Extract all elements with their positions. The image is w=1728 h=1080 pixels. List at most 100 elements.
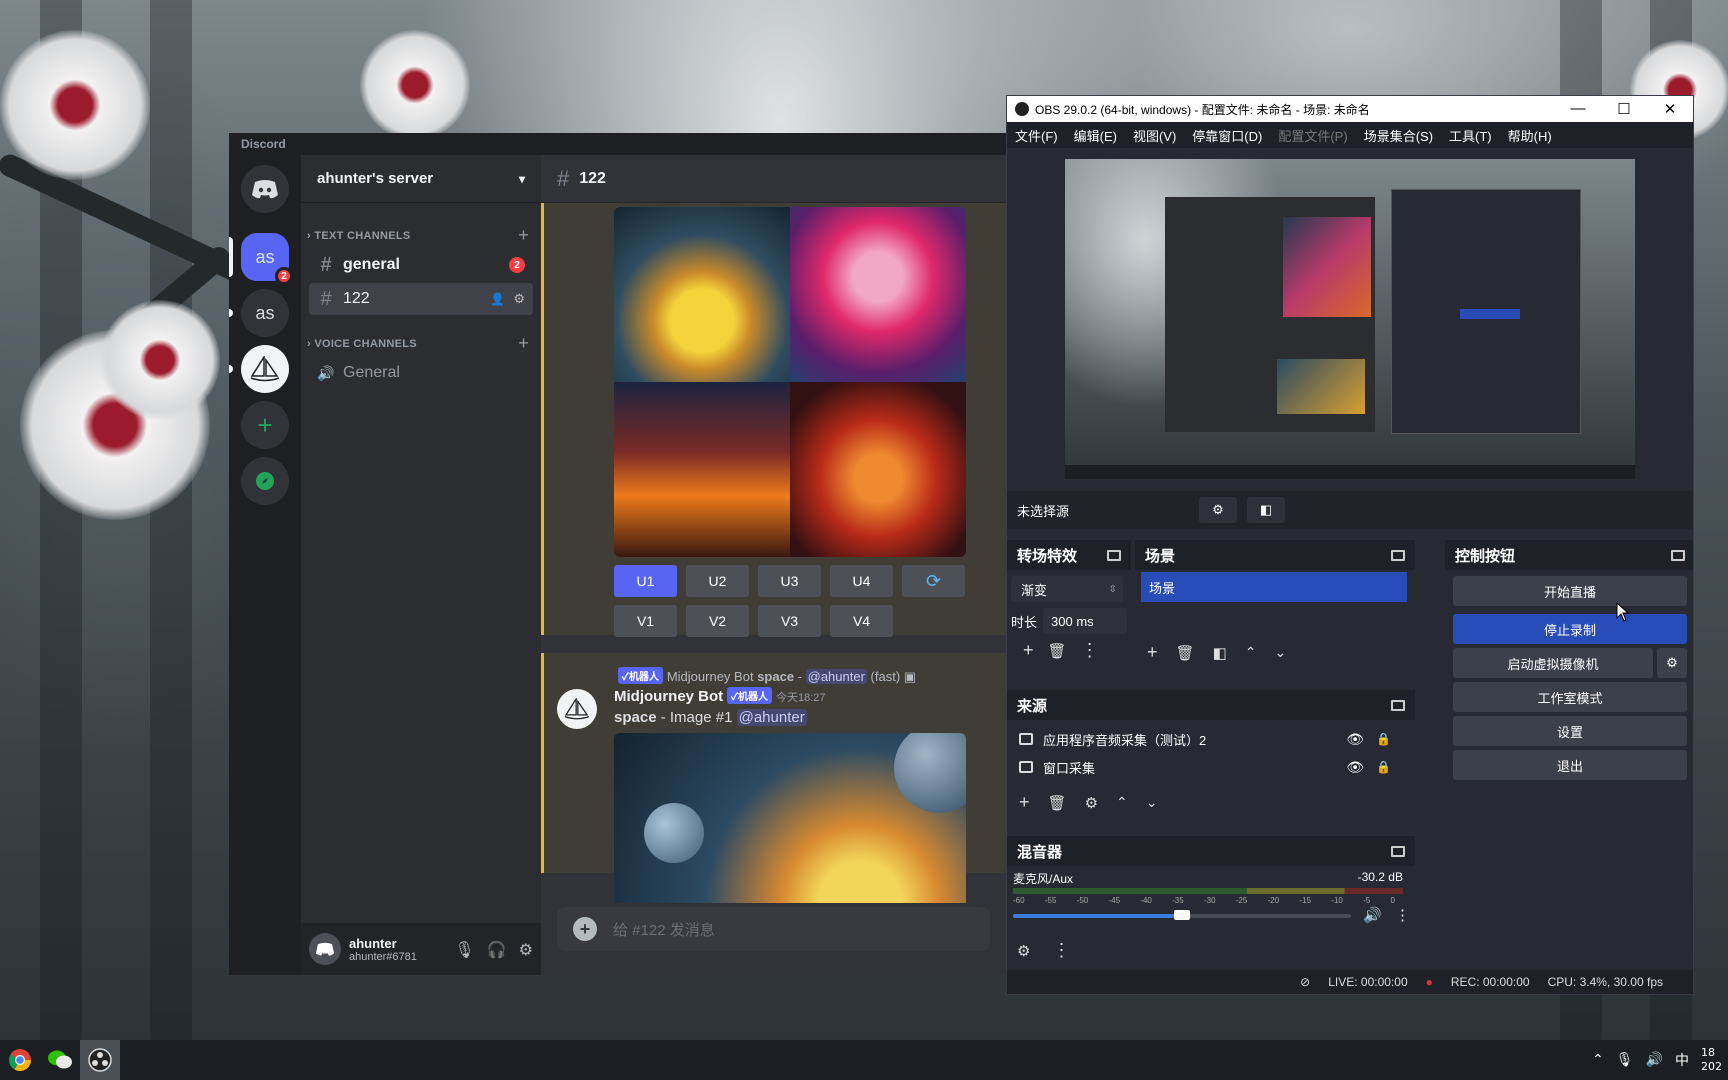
grid-image-2[interactable] [790,207,966,382]
headphones-icon[interactable]: 🎧 [487,940,507,959]
microphone-icon[interactable]: 🎙 [454,940,474,959]
eye-icon[interactable]: 👁 [1346,731,1364,748]
undock-icon[interactable] [1671,549,1685,561]
gear-icon[interactable]: ⚙ [1657,648,1687,678]
more-icon[interactable]: ⋮ [1081,640,1099,661]
add-icon[interactable]: + [1147,642,1158,663]
chevron-up-icon[interactable]: ⌃ [1592,1052,1604,1068]
gear-icon[interactable]: ⚙ [519,940,533,959]
volume-handle[interactable] [1174,910,1190,920]
variation-button-3[interactable]: V3 [758,605,821,637]
avatar[interactable] [557,689,597,729]
minimize-icon[interactable]: — [1555,100,1601,118]
menu-scene-collection[interactable]: 场景集合(S) [1364,126,1433,145]
move-up-icon[interactable]: ⌃ [1245,644,1257,661]
explore-compass-icon[interactable] [241,457,289,505]
reply-mention[interactable]: @ahunter [805,669,867,684]
guild-as[interactable]: as [241,289,289,337]
variation-button-2[interactable]: V2 [686,605,749,637]
image-grid[interactable] [614,207,966,557]
transition-select[interactable]: 渐变 ⇳ [1011,576,1123,602]
more-icon[interactable]: ⋮ [1052,940,1070,961]
add-icon[interactable]: + [1019,792,1030,813]
advanced-audio-icon[interactable]: ⚙ [1017,942,1030,960]
gear-icon[interactable]: ⚙ [1085,794,1098,812]
grid-image-3[interactable] [614,382,790,557]
midjourney-server-icon[interactable] [241,345,289,393]
obs-taskbar-icon[interactable] [80,1040,120,1080]
speaker-icon[interactable]: 🔊 [1363,906,1382,924]
stop-recording-button[interactable]: 停止录制 [1453,614,1687,644]
move-up-icon[interactable]: ⌃ [1116,794,1128,811]
guild-as-active[interactable]: as 2 [241,233,293,285]
scene-item[interactable]: 场景 [1141,572,1407,602]
gear-icon[interactable]: ⚙ [1199,497,1237,523]
studio-mode-button[interactable]: 工作室模式 [1453,682,1687,712]
text-channels-category[interactable]: › TEXT CHANNELS + [303,225,535,246]
duration-input[interactable]: 300 ms [1043,608,1128,634]
lock-icon[interactable]: 🔒 [1376,732,1391,746]
lock-icon[interactable]: 🔒 [1376,760,1391,774]
variation-button-4[interactable]: V4 [830,605,893,637]
source-item[interactable]: 应用程序音频采集（测试）2 👁 🔒 [1011,726,1391,752]
volume-icon[interactable]: 🔊 [1646,1052,1663,1068]
add-attachment-icon[interactable]: + [573,917,597,941]
invite-icon[interactable]: 👤 [490,292,505,306]
upscale-button-4[interactable]: U4 [830,565,893,597]
gear-icon[interactable]: ⚙ [513,291,525,307]
menu-help[interactable]: 帮助(H) [1508,126,1552,145]
add-server-icon[interactable]: + [241,401,289,449]
server-header[interactable]: ahunter's server ▾ [301,155,541,203]
discord-home-icon[interactable] [241,165,289,213]
start-streaming-button[interactable]: 开始直播 [1453,576,1687,606]
upscale-button-3[interactable]: U3 [758,565,821,597]
settings-button[interactable]: 设置 [1453,716,1687,746]
grid-image-1[interactable] [614,207,790,382]
message-list[interactable]: U1 U2 U3 U4 ⟳ V1 V2 V3 V4 ✓机器人 Midjourney… [541,203,1006,907]
filters-icon[interactable]: ◧ [1213,644,1227,662]
upscaled-image[interactable] [614,733,966,903]
menu-docks[interactable]: 停靠窗口(D) [1192,126,1262,145]
menu-edit[interactable]: 编辑(E) [1074,126,1117,145]
filters-icon[interactable]: ◧ [1247,497,1285,523]
upscale-button-1[interactable]: U1 [614,565,677,597]
reply-preview[interactable]: ✓机器人 Midjourney Bot space - @ahunter (fas… [614,667,916,685]
message-author[interactable]: Midjourney Bot [614,688,723,705]
avatar[interactable] [309,933,341,965]
clock[interactable]: 18 202 [1701,1046,1722,1074]
variation-button-1[interactable]: V1 [614,605,677,637]
trash-icon[interactable]: 🗑 [1176,644,1195,662]
channel-122[interactable]: #122 👤 ⚙ [309,283,533,315]
voice-channel-general[interactable]: 🔊 General [309,357,533,389]
message-input[interactable]: + 给 #122 发消息 [557,907,990,951]
source-item[interactable]: 窗口采集 👁 🔒 [1011,754,1391,780]
eye-icon[interactable]: 👁 [1346,759,1364,776]
move-down-icon[interactable]: ⌄ [1274,644,1286,661]
exit-button[interactable]: 退出 [1453,750,1687,780]
volume-slider[interactable] [1013,910,1351,920]
wechat-icon[interactable] [40,1040,80,1080]
menu-view[interactable]: 视图(V) [1133,126,1176,145]
move-down-icon[interactable]: ⌄ [1146,794,1158,811]
virtual-camera-button[interactable]: 启动虚拟摄像机 [1453,648,1653,678]
undock-icon[interactable] [1391,699,1405,711]
menu-tools[interactable]: 工具(T) [1449,126,1492,145]
channel-general[interactable]: # general 2 [309,249,533,281]
message-mention[interactable]: @ahunter [736,709,807,726]
add-channel-icon[interactable]: + [518,225,529,246]
voice-channels-category[interactable]: › VOICE CHANNELS + [303,333,535,354]
trash-icon[interactable]: 🗑 [1048,642,1067,660]
reroll-icon[interactable]: ⟳ [902,565,965,597]
maximize-icon[interactable]: ☐ [1601,100,1647,118]
undock-icon[interactable] [1391,845,1405,857]
obs-preview-canvas[interactable] [1065,159,1635,479]
menu-profile[interactable]: 配置文件(P) [1278,126,1347,145]
grid-image-4[interactable] [790,382,966,557]
close-icon[interactable]: ✕ [1647,100,1693,118]
trash-icon[interactable]: 🗑 [1048,794,1067,812]
chrome-icon[interactable] [0,1040,40,1080]
obs-titlebar[interactable]: OBS 29.0.2 (64-bit, windows) - 配置文件: 未命名… [1007,96,1693,122]
undock-icon[interactable] [1107,549,1121,561]
ime-indicator[interactable]: 中 [1675,1050,1689,1070]
menu-file[interactable]: 文件(F) [1015,126,1058,145]
